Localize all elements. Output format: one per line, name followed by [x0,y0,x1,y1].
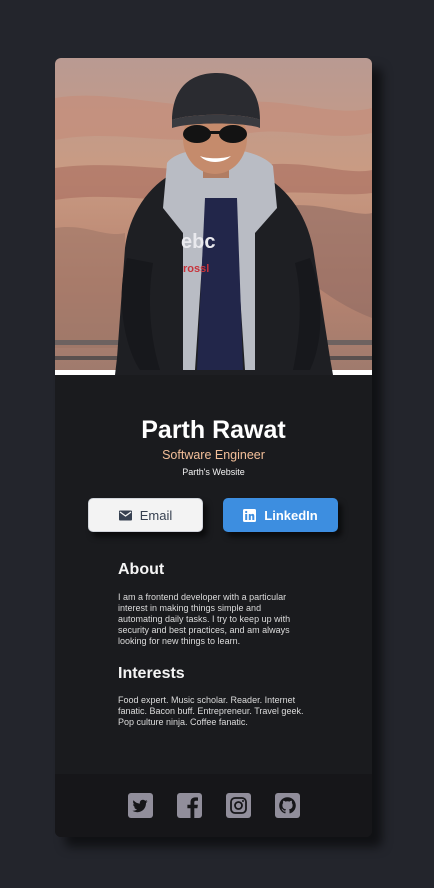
profile-photo: ebc rossl [55,58,372,375]
interests-text: Food expert. Music scholar. Reader. Inte… [118,695,304,727]
about-heading: About [118,561,165,578]
email-button-label: Email [139,507,173,523]
instagram-icon[interactable] [225,793,251,818]
interests-heading: Interests [118,665,185,682]
website-link[interactable]: Parth's Website [55,466,372,478]
svg-text:ebc: ebc [181,231,215,253]
about-text: I am a frontend developer with a particu… [118,592,291,646]
facebook-icon[interactable] [176,793,202,818]
profile-card: ebc rossl Parth Rawat Software Engineer … [55,58,372,837]
profile-name: Parth Rawat [141,416,286,444]
github-icon[interactable] [274,793,300,818]
twitter-icon[interactable] [127,793,153,818]
about-section: About I am a frontend developer with a p… [118,560,308,647]
svg-text:rossl: rossl [183,263,209,275]
mail-icon [118,510,132,521]
profile-title: Software Engineer [162,448,265,462]
interests-section: Interests Food expert. Music scholar. Re… [118,664,308,728]
email-button[interactable]: Email [88,498,203,532]
linkedin-button-label: LinkedIn [264,507,318,523]
linkedin-button[interactable]: LinkedIn [223,498,338,532]
social-footer [55,774,372,837]
linkedin-icon [243,508,257,522]
